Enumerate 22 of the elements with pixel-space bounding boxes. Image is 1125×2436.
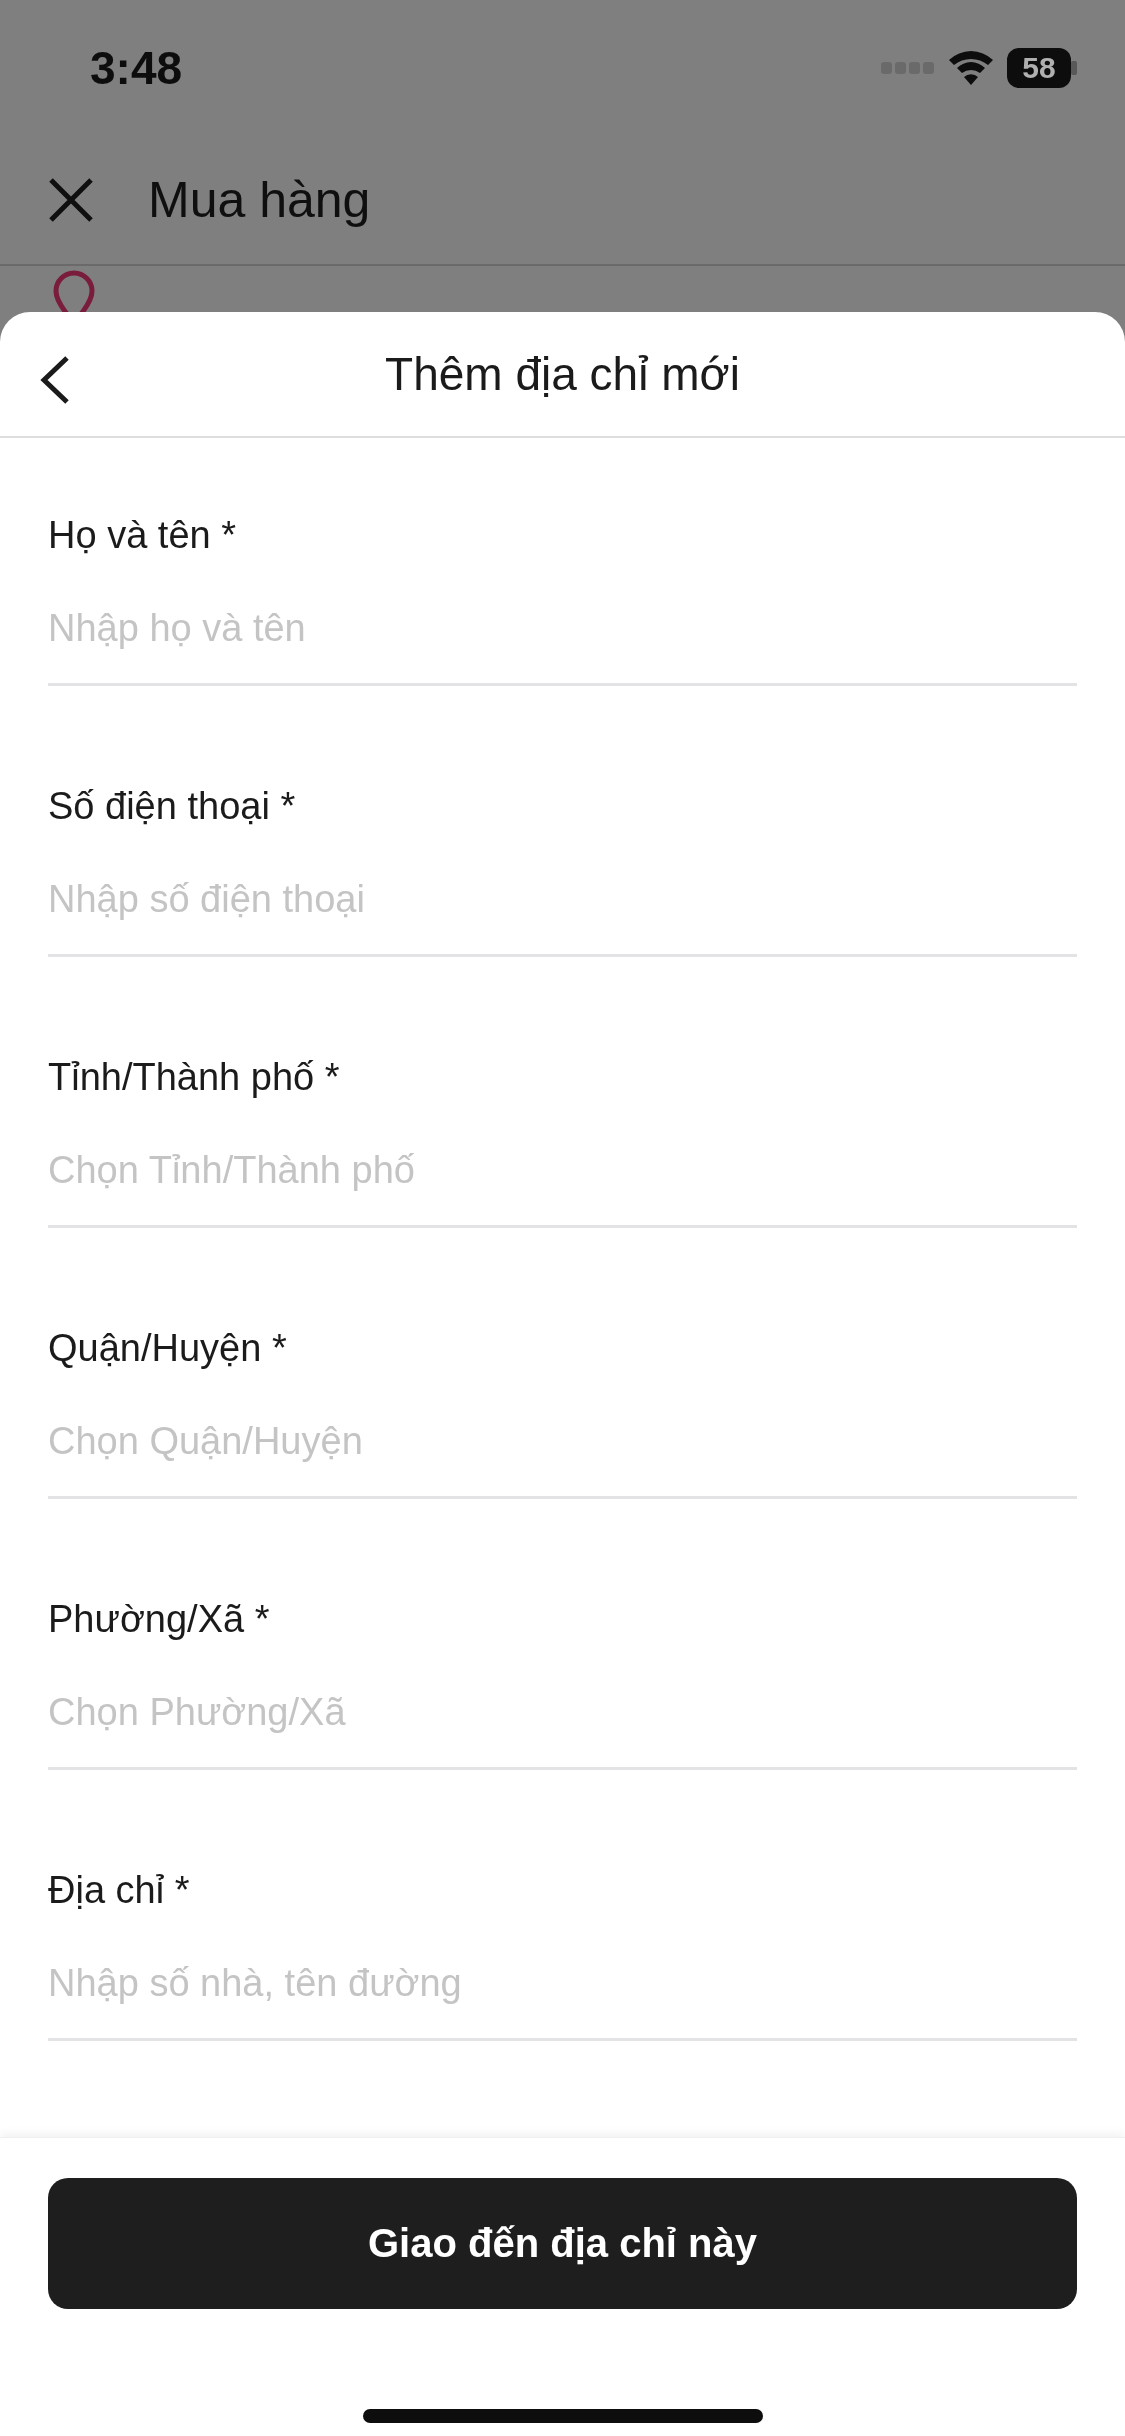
input-field[interactable]: Nhập số nhà, tên đường [48,1953,1077,2014]
input-field[interactable]: Nhập họ và tên [48,598,1077,659]
field-label: Tỉnh/Thành phố * [48,1054,341,1100]
field-label: Số điện thoại * [48,783,297,829]
back-icon[interactable] [40,356,70,404]
page-title: Mua hàng [148,171,371,229]
location-pin-icon [52,270,96,312]
status-time: 3:48 [90,41,183,95]
close-icon[interactable] [48,177,94,223]
field-label: Địa chỉ * [48,1867,191,1913]
input-field[interactable]: Chọn Quận/Huyện [48,1411,1077,1472]
input-field[interactable]: Chọn Phường/Xã [48,1682,1077,1743]
input-field[interactable]: Nhập số điện thoại [48,869,1077,930]
wifi-icon [949,51,993,85]
field-label: Phường/Xã * [48,1596,271,1642]
input-field[interactable]: Chọn Tỉnh/Thành phố [48,1140,1077,1201]
field-label: Họ và tên * [48,512,237,558]
submit-button[interactable]: Giao đến địa chỉ này [48,2177,1077,2309]
field-label: Quận/Huyện * [48,1325,288,1371]
battery-tip-icon [1071,61,1077,75]
battery-level: 58 [1007,48,1071,88]
sheet-title: Thêm địa chỉ mới [385,346,740,401]
